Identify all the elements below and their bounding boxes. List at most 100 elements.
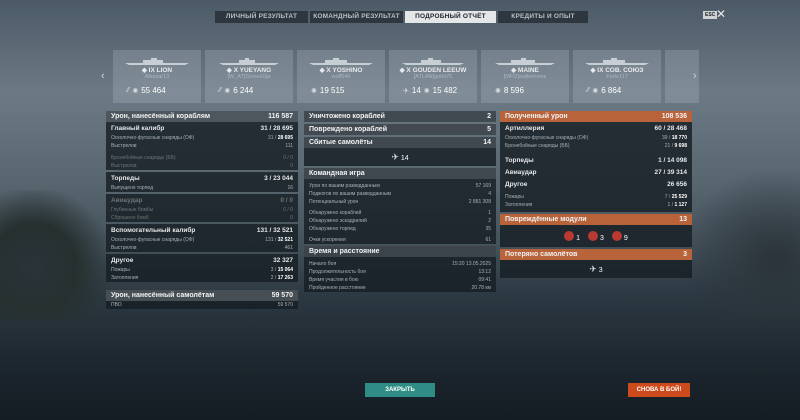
time-row: Время участия в бою 09:41: [309, 277, 491, 283]
team-row: Потенциальный урон 2 881 308: [309, 199, 491, 205]
fires-received-row: Пожары 7 / 25 529: [505, 194, 687, 200]
planes-shot-count: 14: [400, 154, 409, 162]
ship-card[interactable]: ◆ IX СОВ. СОЮЗ Forte117 ⁄⁄ ✺ 6 864: [573, 50, 661, 103]
damage-icon: ✺: [132, 87, 139, 95]
aircraft-icon: ✈: [589, 263, 597, 274]
mb-shots-row: Выстрелов 111: [111, 143, 293, 149]
tab-credits-exp[interactable]: КРЕДИТЫ И ОПЫТ: [498, 11, 588, 23]
ship-carousel: ◆ IX LION Alkazar13 ⁄⁄ ✺ 55 464 ◆ X YUEYAN…: [113, 50, 699, 103]
ship-player: Forte117: [606, 74, 628, 80]
ship-card[interactable]: ◆ X YUEYANG [W_AT]SionekDja ⁄⁄ ✺ 6 244: [205, 50, 293, 103]
ship-silhouette-icon: [585, 58, 649, 65]
shell-icon: ⁄⁄: [587, 87, 590, 94]
planes-lost-count: 3: [598, 266, 603, 274]
aircraft-icon: ✈: [403, 87, 409, 95]
ship-silhouette-icon: [402, 58, 464, 65]
ship-silhouette-icon: [495, 58, 555, 65]
team-row: Очки ускорения 61: [309, 237, 491, 243]
time-row: Начало боя 15:20 13.05.2025: [309, 261, 491, 267]
bombs-dropped-row: Сброшено бомб 0: [111, 215, 293, 221]
time-distance-header: Время и расстояние: [304, 246, 496, 257]
ships-destroyed-row: Уничтожено кораблей 2: [304, 111, 496, 122]
ship-planes: 14: [411, 86, 421, 95]
ship-silhouette-icon: [125, 58, 189, 65]
art-ap-row: Бронебойные снаряды (ББ) 21 / 9 698: [505, 143, 687, 149]
ship-player: wolf546: [331, 74, 351, 80]
damaged-modules-header: Повреждённые модули 13: [500, 214, 692, 225]
ship-card[interactable]: ◆ IX LION Alkazar13 ⁄⁄ ✺ 55 464: [113, 50, 201, 103]
time-row: Пройденное расстояние 20.78 км: [309, 285, 491, 291]
ship-damage: 55 464: [141, 86, 166, 95]
damage-icon: ✺: [495, 87, 501, 95]
ship-card[interactable]: ◆ X GOUDEN LEEUW [ATLAN]golot75 ✈ 14 ✺ 15 4…: [389, 50, 477, 103]
damage-to-planes-header: Урон, нанесённый самолётам 59 570: [106, 290, 298, 301]
other-received-row: Другое 26 656: [505, 180, 687, 188]
aircraft-icon: ✈: [391, 151, 399, 162]
background-island: [0, 190, 110, 320]
mb-ap-shots-row: Выстрелов 0: [111, 163, 293, 169]
team-row: Поджогов по вашим разведданным 4: [309, 191, 491, 197]
aa-row: ПВО 59 570: [111, 302, 293, 308]
other-damage-row: Другое 32 327: [111, 256, 293, 264]
module-count: 3: [600, 235, 604, 242]
summary-panel: Уничтожено кораблей 2 Повреждено кораблей…: [304, 111, 496, 294]
tab-personal-result[interactable]: ЛИЧНЫЙ РЕЗУЛЬТАТ: [215, 11, 308, 23]
flooding-received-row: Затопления 1 / 1 127: [505, 202, 687, 208]
ship-silhouette-icon: [309, 58, 373, 65]
team-row: Обнаружено эскадрилий 2: [309, 218, 491, 224]
ships-damaged-row: Повреждено кораблей 5: [304, 124, 496, 135]
battle-again-button[interactable]: СНОВА В БОЙ!: [628, 383, 690, 397]
damage-icon: ✺: [592, 87, 599, 95]
ship-damage: 15 482: [432, 86, 458, 95]
ship-name: ◆ X GOUDEN LEEUW: [399, 67, 467, 74]
module-turret-icon: [588, 231, 599, 241]
fires-row: Пожары 3 / 15 064: [111, 267, 293, 273]
shell-icon: ⁄⁄: [127, 87, 130, 94]
ship-damage: 6 244: [233, 86, 254, 95]
background-island: [680, 170, 800, 320]
shell-icon: ⁄⁄: [219, 87, 222, 94]
planes-lost-header: Потеряно самолётов 3: [500, 249, 692, 260]
mb-ap-row: Бронебойные снаряды (ББ) 0 / 0: [111, 155, 293, 161]
module-count: 1: [576, 235, 581, 242]
airstrike-row: Авиаудар 0 / 0: [111, 196, 293, 204]
ship-card[interactable]: ◆ MAINE [MFD]walterloves ✺ 8 596: [481, 50, 569, 103]
ship-player: [W_AT]SionekDja: [227, 74, 271, 80]
ship-player: [MFD]walterloves: [503, 74, 547, 80]
ship-card[interactable]: ◆ X YOSHINO wolf546 ✺ 19 515: [297, 50, 385, 103]
tab-bar: ЛИЧНЫЙ РЕЗУЛЬТАТ КОМАНДНЫЙ РЕЗУЛЬТАТ ПОД…: [215, 11, 588, 23]
torpedoes-row: Торпеды 3 / 23 044: [111, 174, 293, 182]
ship-name: ◆ MAINE: [511, 67, 539, 74]
team-row: Обнаружено торпед 35: [309, 226, 491, 232]
team-row: Урон по вашим разведданным 57 169: [309, 183, 491, 189]
time-row: Продолжительность боя 13:12: [309, 269, 491, 275]
torpedoes-launched-row: Выпущено торпед 16: [111, 185, 293, 191]
tab-detailed-report[interactable]: ПОДРОБНЫЙ ОТЧЁТ: [405, 11, 496, 23]
flooding-row: Затопления 2 / 17 263: [111, 275, 293, 281]
damage-to-ships-header: Урон, нанесённый кораблям 116 587: [106, 111, 298, 122]
ship-damage: 8 596: [503, 86, 524, 95]
ship-card-partial[interactable]: [665, 50, 699, 103]
artillery-row: Артиллерия 60 / 28 468: [505, 124, 687, 132]
damage-icon: ✺: [224, 87, 231, 95]
ship-name: ◆ IX LION: [141, 67, 173, 74]
module-count: 9: [623, 235, 628, 242]
module-engine-icon: [564, 231, 575, 241]
ship-name: ◆ X YUEYANG: [226, 67, 272, 74]
close-icon[interactable]: ✕: [716, 7, 726, 21]
damage-icon: ✺: [311, 87, 317, 95]
secondary-battery-row: Вспомогательный калибр 131 / 32 521: [111, 226, 293, 234]
damage-icon: ✺: [423, 87, 430, 95]
damage-dealt-panel: Урон, нанесённый кораблям 116 587 Главный…: [106, 111, 298, 311]
damage-received-header: Полученный урон 108 536: [500, 111, 692, 122]
ship-name: ◆ IX СОВ. СОЮЗ: [590, 67, 644, 74]
close-button[interactable]: ЗАКРЫТЬ: [365, 383, 435, 397]
main-battery-row: Главный калибр 31 / 28 695: [111, 124, 293, 132]
chevron-left-icon[interactable]: ‹: [101, 70, 105, 82]
ship-player: Alkazar13: [144, 74, 170, 80]
torpedoes-received-row: Торпеды 1 / 14 098: [505, 156, 687, 164]
sec-he-row: Осколочно-фугасные снаряды (ОФ) 131 / 32 …: [111, 237, 293, 243]
ship-damage: 19 515: [319, 86, 345, 95]
airstrike-received-row: Авиаудар 27 / 39 314: [505, 168, 687, 176]
tab-team-result[interactable]: КОМАНДНЫЙ РЕЗУЛЬТАТ: [310, 11, 403, 23]
